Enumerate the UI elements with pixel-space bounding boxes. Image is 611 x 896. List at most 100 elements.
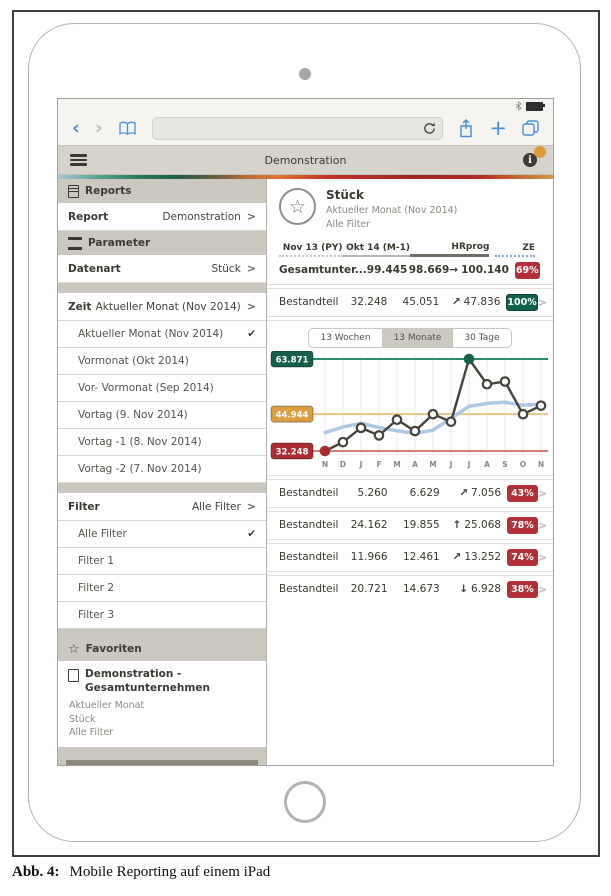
ze-badge: 69%	[515, 262, 540, 279]
option-label: Alle Filter	[78, 528, 127, 540]
value-hrprog: ↑25.068	[440, 519, 501, 531]
data-point-marker[interactable]	[357, 423, 365, 431]
forward-button[interactable]: ›	[95, 119, 103, 138]
favorite-star-badge[interactable]: ☆	[279, 188, 316, 225]
value-py: 5.260	[338, 487, 387, 499]
screen: ‹ › + Demonstration i	[57, 98, 554, 766]
zeit-value: Aktueller Monat (Nov 2014)	[96, 301, 241, 313]
chevron-right-icon: >	[247, 300, 256, 313]
data-point-marker[interactable]	[465, 354, 473, 362]
table-row[interactable]: Bestandteil20.72114.673↓6.92838%>	[267, 576, 553, 603]
column-header-m1: Okt 14 (M-1)	[343, 243, 410, 257]
edit-favorites-button[interactable]: Favoriten bearbeiten	[66, 760, 258, 765]
home-button[interactable]	[284, 781, 326, 823]
tab-30-tage[interactable]: 30 Tage	[453, 328, 511, 348]
hrprog-number: 25.068	[464, 519, 501, 531]
column-header-py: Nov 13 (PY)	[279, 243, 343, 257]
table-row[interactable]: Gesamtunter...99.44598.669→100.14069%	[267, 257, 553, 284]
table-row[interactable]: Bestandteil24.16219.855↑25.06878%>	[267, 512, 553, 539]
data-point-marker[interactable]	[411, 426, 419, 434]
divider	[267, 316, 553, 321]
ze-badge: 43%	[507, 485, 538, 502]
star-icon: ☆	[289, 196, 306, 218]
sidebar-item-zeit[interactable]: Zeit Aktueller Monat (Nov 2014) >	[58, 293, 266, 321]
parameter-header-label: Parameter	[88, 237, 150, 249]
row-chevron-icon: >	[538, 551, 547, 564]
trend-arrow-icon: ↗	[452, 296, 461, 308]
figure-frame: ‹ › + Demonstration i	[12, 10, 600, 857]
sidebar: Reports Report Demonstration > Parameter…	[58, 179, 267, 765]
status-bar	[58, 101, 553, 111]
tab-13-monate[interactable]: 13 Monate	[383, 328, 454, 348]
data-point-marker[interactable]	[339, 437, 347, 445]
filter-option-3[interactable]: Filter 3	[58, 602, 266, 629]
tabs-icon[interactable]	[522, 120, 539, 136]
share-icon[interactable]	[458, 119, 474, 138]
favorite-line-filter: Alle Filter	[69, 726, 256, 739]
filter-option-alle[interactable]: Alle Filter ✔	[58, 521, 266, 548]
row-chevron-icon: >	[538, 519, 547, 532]
data-point-marker[interactable]	[321, 446, 329, 454]
info-button[interactable]: i	[523, 153, 537, 167]
data-point-marker[interactable]	[537, 401, 545, 409]
x-axis-label: S	[502, 460, 507, 469]
x-axis-label: N	[322, 460, 328, 469]
sliders-icon	[68, 237, 82, 250]
filter-option-2[interactable]: Filter 2	[58, 575, 266, 602]
value-hrprog: →100.140	[449, 264, 509, 276]
front-camera	[299, 68, 311, 80]
zeit-option-vortag-1[interactable]: Vortag -1 (8. Nov 2014)	[58, 429, 266, 456]
trend-arrow-icon: ↗	[459, 487, 468, 499]
data-point-marker[interactable]	[501, 377, 509, 385]
value-hrprog: ↗7.056	[440, 487, 501, 499]
table-row[interactable]: Bestandteil32.24845.051↗47.836100%>	[267, 289, 553, 316]
data-point-marker[interactable]	[447, 417, 455, 425]
ze-badge: 100%	[506, 294, 537, 311]
x-axis-label: F	[376, 460, 381, 469]
row-chevron-icon: >	[538, 487, 547, 500]
reload-icon[interactable]	[423, 122, 436, 135]
hrprog-number: 47.836	[464, 296, 501, 308]
axis-value-badge-label: 32.248	[276, 447, 309, 457]
option-label: Vortag -2 (7. Nov 2014)	[78, 463, 202, 475]
option-label: Vortag (9. Nov 2014)	[78, 409, 188, 421]
caption-label: Abb. 4:	[12, 864, 60, 880]
check-icon: ✔	[247, 528, 256, 540]
address-bar[interactable]	[152, 117, 444, 140]
browser-chrome: ‹ › +	[58, 99, 553, 146]
table-row[interactable]: Bestandteil11.96612.461↗13.25274%>	[267, 544, 553, 571]
zeit-option-vormonat[interactable]: Vormonat (Okt 2014)	[58, 348, 266, 375]
value-py: 20.721	[338, 583, 387, 595]
document-icon	[68, 185, 79, 198]
x-axis-label: M	[429, 460, 436, 469]
sidebar-item-datenart[interactable]: Datenart Stück >	[58, 255, 266, 283]
data-point-marker[interactable]	[483, 380, 491, 388]
sidebar-item-report[interactable]: Report Demonstration >	[58, 203, 266, 231]
sidebar-item-filter[interactable]: Filter Alle Filter >	[58, 493, 266, 521]
row-label: Bestandteil	[279, 519, 338, 531]
report-subtitle: Aktueller Monat (Nov 2014)	[326, 204, 457, 218]
data-point-marker[interactable]	[519, 410, 527, 418]
datenart-label: Datenart	[68, 263, 121, 275]
back-button[interactable]: ‹	[72, 119, 80, 138]
new-tab-icon[interactable]: +	[489, 118, 507, 139]
zeit-option-vortag[interactable]: Vortag (9. Nov 2014)	[58, 402, 266, 429]
row-chevron-icon: >	[538, 296, 547, 309]
favorite-card[interactable]: Demonstration - Gesamtunternehmen Aktuel…	[58, 661, 266, 747]
bookmarks-icon[interactable]	[118, 121, 137, 136]
x-axis-label: N	[538, 460, 544, 469]
value-m1: 45.051	[387, 296, 439, 308]
option-label: Filter 1	[78, 555, 114, 567]
reports-section-header: Reports	[58, 179, 266, 203]
zeit-option-vor-vormonat[interactable]: Vor- Vormonat (Sep 2014)	[58, 375, 266, 402]
table-row[interactable]: Bestandteil5.2606.629↗7.05643%>	[267, 480, 553, 507]
data-point-marker[interactable]	[429, 410, 437, 418]
option-label: Filter 3	[78, 609, 114, 621]
data-point-marker[interactable]	[393, 415, 401, 423]
data-point-marker[interactable]	[375, 431, 383, 439]
tab-13-wochen[interactable]: 13 Wochen	[308, 328, 382, 348]
zeit-option-aktueller-monat[interactable]: Aktueller Monat (Nov 2014) ✔	[58, 321, 266, 348]
favoriten-header-label: Favoriten	[86, 643, 142, 655]
filter-option-1[interactable]: Filter 1	[58, 548, 266, 575]
zeit-option-vortag-2[interactable]: Vortag -2 (7. Nov 2014)	[58, 456, 266, 483]
